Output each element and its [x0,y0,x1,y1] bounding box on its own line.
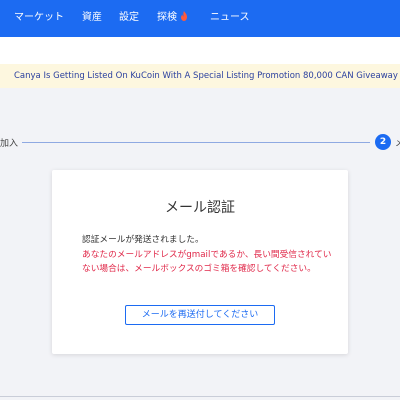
nav-market[interactable]: マーケット [14,11,64,25]
verification-message: 認証メールが発送されました。 あなたのメールアドレスがgmailであるか、長い間… [82,233,332,277]
stepper-line [22,142,370,143]
sent-message: 認証メールが発送されました。 [82,235,204,245]
signup-stepper: 加入 2 メ [0,130,400,154]
spam-warning: あなたのメールアドレスがgmailであるか、長い間受信されていない場合は、メール… [82,249,332,275]
nav-settings[interactable]: 設定 [119,11,139,25]
fire-icon [181,11,187,21]
announcement-banner[interactable]: Canya Is Getting Listed On KuCoin With A… [0,64,400,88]
sub-header [0,37,400,64]
email-verification-card: メール認証 認証メールが発送されました。 あなたのメールアドレスがgmailであ… [52,170,348,354]
nav-assets[interactable]: 資産 [82,11,102,25]
nav-explore[interactable]: 探検 [157,11,188,25]
card-title: メール認証 [165,200,235,216]
step2-circle: 2 [375,134,391,150]
top-nav: マーケット 資産 設定 探検 ニュース [0,0,400,37]
step1-label: 加入 [0,139,19,149]
announcement-text[interactable]: Canya Is Getting Listed On KuCoin With A… [14,70,398,82]
step2-label: メ [395,139,400,149]
nav-news[interactable]: ニュース [210,11,250,25]
bottom-divider [0,396,400,397]
resend-email-button[interactable]: メールを再送付してください [125,305,275,325]
nav-explore-label: 探検 [157,12,177,23]
